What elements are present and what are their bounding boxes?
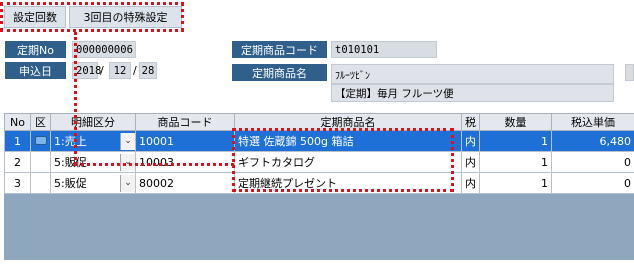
row-status-cell	[30, 172, 51, 194]
row-no: 1	[4, 130, 31, 152]
unit-price-cell[interactable]: 6,480	[551, 130, 634, 152]
tax-cell[interactable]: 内	[461, 130, 480, 152]
tax-cell[interactable]: 内	[461, 172, 480, 194]
detail-type-value: 5:販促	[54, 177, 87, 190]
detail-type-value: 5:販促	[54, 156, 87, 169]
detail-type-value: 1:売上	[54, 135, 87, 148]
product-name-label: 定期商品名	[232, 64, 327, 81]
unit-price-cell[interactable]: 0	[551, 172, 634, 194]
chevron-down-icon[interactable]: ⌄	[120, 132, 135, 150]
teiki-no-label: 定期No	[5, 41, 66, 58]
quantity-cell[interactable]: 1	[479, 130, 552, 152]
col-header-no[interactable]: No	[4, 113, 31, 131]
product-code-field[interactable]: t010101	[331, 41, 437, 58]
annotation-connector	[74, 32, 77, 165]
detail-type-select[interactable]: 1:売上 ⌄	[50, 130, 136, 152]
detail-type-select[interactable]: 5:販促 ⌄	[50, 151, 136, 173]
annotation-connector	[74, 163, 234, 166]
tax-cell[interactable]: 内	[461, 151, 480, 173]
side-field[interactable]	[625, 64, 634, 81]
col-header-detail-type[interactable]: 明細区分	[50, 113, 136, 131]
date-month-field[interactable]: 12	[109, 62, 131, 79]
col-header-tax[interactable]: 税	[461, 113, 480, 131]
annotation-box-products	[232, 128, 454, 192]
date-day-field[interactable]: 28	[139, 62, 157, 79]
order-date-label: 申込日	[5, 62, 66, 79]
product-code-label: 定期商品コード	[232, 41, 327, 58]
date-separator: /	[100, 64, 104, 77]
row-status-cell	[30, 130, 51, 152]
col-header-quantity[interactable]: 数量	[479, 113, 552, 131]
product-code-cell[interactable]: 80002	[135, 172, 235, 194]
chevron-down-icon[interactable]: ⌄	[120, 153, 135, 171]
product-name-kana-field[interactable]: ﾌﾙｰﾂﾋﾞﾝ	[331, 64, 614, 84]
row-status-icon	[34, 135, 47, 145]
product-code-cell[interactable]: 10003	[135, 151, 235, 173]
col-header-ku[interactable]: 区	[30, 113, 51, 131]
chevron-down-icon[interactable]: ⌄	[120, 174, 135, 192]
col-header-unit-price[interactable]: 税込単価	[551, 113, 634, 131]
annotation-box-tabs	[0, 2, 184, 32]
detail-type-select[interactable]: 5:販促 ⌄	[50, 172, 136, 194]
row-status-cell	[30, 151, 51, 173]
teiki-no-field[interactable]: 000000006	[72, 41, 136, 58]
unit-price-cell[interactable]: 0	[551, 151, 634, 173]
product-code-cell[interactable]: 10001	[135, 130, 235, 152]
quantity-cell[interactable]: 1	[479, 151, 552, 173]
row-no: 2	[4, 151, 31, 173]
quantity-cell[interactable]: 1	[479, 172, 552, 194]
row-no: 3	[4, 172, 31, 194]
product-name-field[interactable]: 【定期】毎月 フルーツ便	[331, 84, 614, 102]
col-header-product-code[interactable]: 商品コード	[135, 113, 235, 131]
